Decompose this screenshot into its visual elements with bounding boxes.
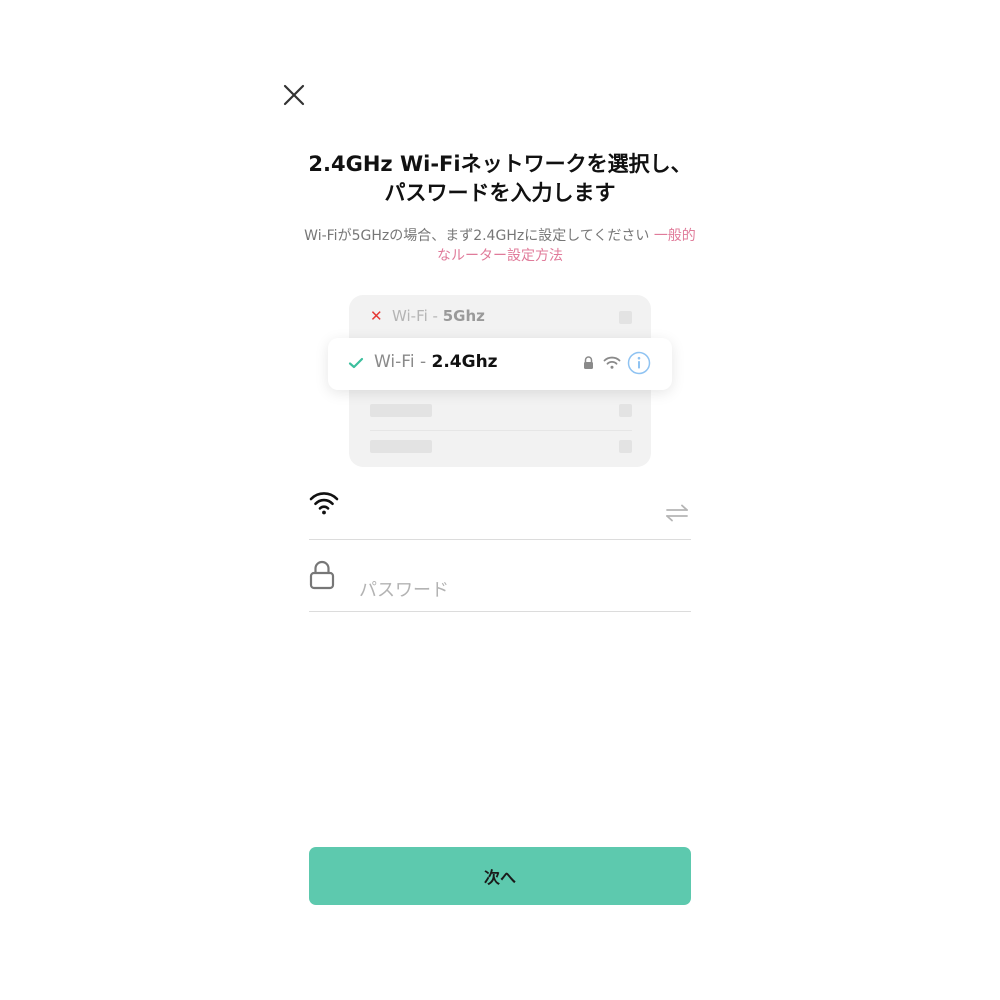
next-button[interactable]: 次へ <box>309 847 691 905</box>
instruction-text: Wi-Fiが5GHzの場合、まず2.4GHzに設定してください 一般的なルーター… <box>300 226 700 266</box>
wifi-name-input[interactable] <box>357 500 651 528</box>
network-row-24ghz: Wi-Fi - 2.4Ghz <box>328 338 672 390</box>
field-underline <box>309 610 691 612</box>
placeholder-row <box>370 440 632 454</box>
network-prefix: Wi-Fi - <box>374 352 432 372</box>
lock-small-icon <box>584 356 593 369</box>
network-row-5ghz: ✕ Wi-Fi - 5Ghz <box>370 306 632 328</box>
info-icon <box>627 351 651 375</box>
placeholder-divider <box>370 430 632 431</box>
page-title: 2.4GHz Wi-Fiネットワークを選択し、パスワードを入力します <box>308 152 692 205</box>
check-icon <box>348 357 364 369</box>
wifi-icon <box>309 492 339 515</box>
password-field <box>309 556 691 612</box>
close-icon <box>283 84 305 106</box>
password-input[interactable] <box>357 576 681 604</box>
placeholder-square <box>619 311 632 324</box>
field-underline <box>309 538 691 540</box>
close-button[interactable] <box>282 83 306 107</box>
switch-network-icon[interactable] <box>665 504 689 522</box>
network-prefix: Wi-Fi - <box>392 307 443 325</box>
instruction-body: Wi-Fiが5GHzの場合、まず2.4GHzに設定してください <box>304 228 650 244</box>
placeholder-row <box>370 404 632 418</box>
wifi-network-field <box>309 484 691 540</box>
wifi-small-icon <box>603 356 621 369</box>
network-band-5ghz: 5Ghz <box>442 307 485 325</box>
lock-icon <box>309 560 335 590</box>
network-band-24ghz: 2.4Ghz <box>431 352 498 372</box>
cross-icon: ✕ <box>370 307 383 325</box>
